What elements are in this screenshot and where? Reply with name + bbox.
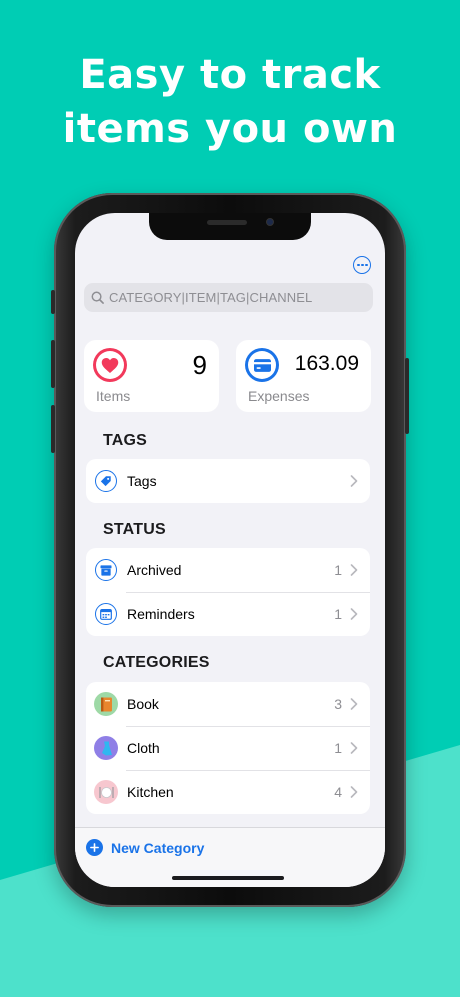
cloth-icon [94, 736, 118, 760]
cloth-count: 1 [334, 740, 342, 756]
book-count: 3 [334, 696, 342, 712]
chevron-right-icon [350, 475, 358, 487]
new-category-label: New Category [111, 839, 205, 856]
calendar-icon [95, 603, 117, 625]
more-options-button[interactable] [353, 256, 371, 274]
items-count: 9 [192, 350, 207, 380]
silent-switch [51, 290, 55, 314]
credit-card-icon [245, 348, 279, 382]
notch [149, 213, 311, 240]
list-item-reminders[interactable]: Reminders 1 [86, 592, 370, 636]
volume-down-button [51, 405, 55, 453]
home-indicator[interactable] [172, 876, 284, 880]
chevron-right-icon [350, 564, 358, 576]
headline-line-2: items you own [62, 106, 398, 152]
headline: Easy to track items you own [0, 48, 460, 156]
kitchen-label: Kitchen [127, 784, 174, 800]
categories-section-title: CATEGORIES [103, 654, 210, 671]
tag-icon [95, 470, 117, 492]
status-section-title: STATUS [103, 521, 166, 538]
plus-circle-icon [86, 839, 103, 856]
speaker [207, 220, 247, 225]
list-item-archived[interactable]: Archived 1 [86, 548, 370, 592]
chevron-right-icon [350, 608, 358, 620]
kitchen-plate-icon [94, 780, 118, 804]
search-placeholder: CATEGORY|ITEM|TAG|CHANNEL [109, 290, 313, 305]
chevron-right-icon [350, 742, 358, 754]
reminders-label: Reminders [127, 606, 195, 622]
list-item-book[interactable]: Book 3 [86, 682, 370, 726]
archived-label: Archived [127, 562, 182, 578]
camera [266, 218, 274, 226]
list-item-kitchen[interactable]: Kitchen 4 [86, 770, 370, 814]
reminders-count: 1 [334, 606, 342, 622]
tags-section-title: TAGS [103, 432, 148, 449]
search-icon [91, 291, 104, 304]
expenses-stat-card[interactable]: 163.09 Expenses [236, 340, 371, 412]
chevron-right-icon [350, 698, 358, 710]
items-stat-card[interactable]: 9 Items [84, 340, 219, 412]
tags-label: Tags [127, 473, 157, 489]
tags-group: Tags [86, 459, 370, 503]
categories-group: Book 3 Cloth 1 Kitchen 4 [86, 682, 370, 814]
status-group: Archived 1 Reminders 1 [86, 548, 370, 636]
chevron-right-icon [350, 786, 358, 798]
cloth-label: Cloth [127, 740, 160, 756]
kitchen-count: 4 [334, 784, 342, 800]
expenses-label: Expenses [248, 388, 310, 404]
heart-icon [93, 348, 127, 382]
new-category-button[interactable]: New Category [86, 839, 204, 856]
list-item-tags[interactable]: Tags [86, 459, 370, 503]
list-item-cloth[interactable]: Cloth 1 [86, 726, 370, 770]
search-bar[interactable]: CATEGORY|ITEM|TAG|CHANNEL [84, 283, 373, 312]
phone-screen: CATEGORY|ITEM|TAG|CHANNEL 9 Items 163.09 [75, 213, 385, 887]
items-label: Items [96, 388, 131, 404]
book-icon [94, 692, 118, 716]
headline-line-1: Easy to track [79, 52, 381, 98]
volume-up-button [51, 340, 55, 388]
archived-count: 1 [334, 562, 342, 578]
archive-box-icon [95, 559, 117, 581]
book-label: Book [127, 696, 159, 712]
bottom-toolbar: New Category [75, 827, 385, 887]
expenses-total: 163.09 [294, 352, 359, 375]
power-button [405, 358, 409, 434]
